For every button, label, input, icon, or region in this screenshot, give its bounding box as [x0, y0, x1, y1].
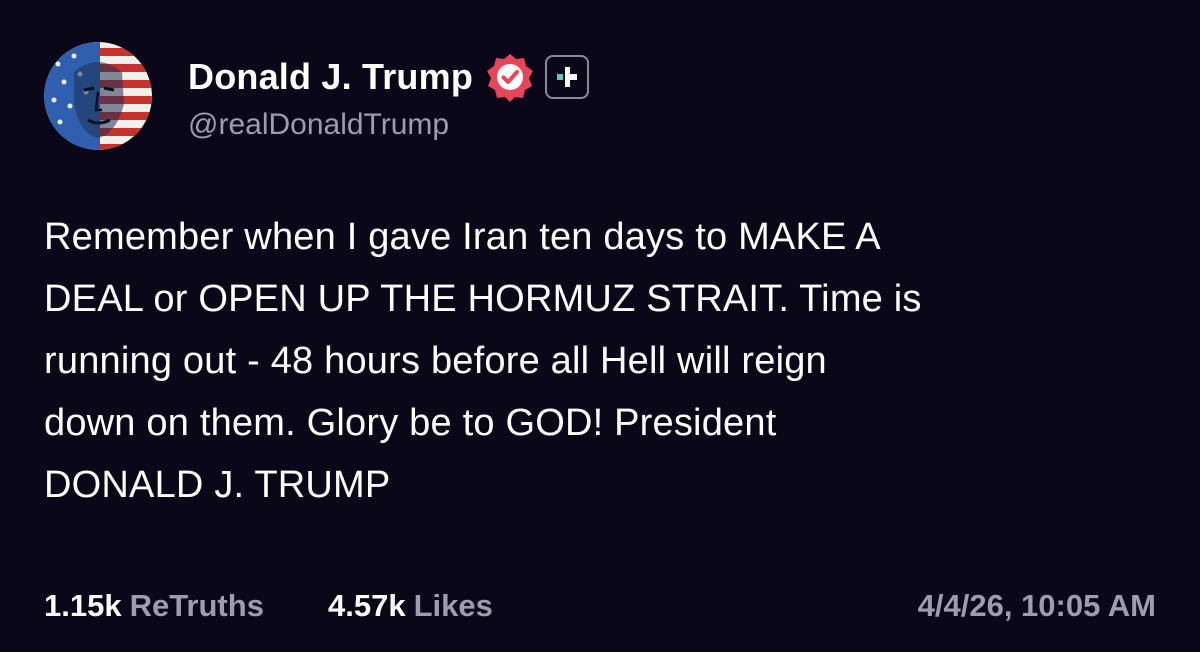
post-text-line: Remember when I gave Iran ten days to MA… — [44, 216, 881, 258]
retruths-count: 1.15k — [44, 588, 122, 623]
truth-post: Donald J. Trump @realDonaldTrump Remembe… — [0, 0, 1200, 652]
post-text: Remember when I gave Iran ten days to MA… — [44, 206, 1154, 516]
author-name-row: Donald J. Trump — [188, 52, 590, 102]
retruths-stat[interactable]: 1.15k ReTruths — [44, 588, 264, 624]
avatar[interactable] — [44, 42, 152, 150]
post-text-line: DONALD J. TRUMP — [44, 464, 391, 506]
likes-stat[interactable]: 4.57k Likes — [328, 588, 493, 624]
verified-badge-icon — [485, 52, 535, 102]
author-handle[interactable]: @realDonaldTrump — [188, 108, 449, 142]
display-name[interactable]: Donald J. Trump — [188, 56, 473, 98]
retruths-label: ReTruths — [129, 588, 264, 623]
avatar-image — [44, 42, 152, 150]
post-footer: 1.15k ReTruths 4.57k Likes 4/4/26, 10:05… — [44, 588, 1156, 634]
post-timestamp[interactable]: 4/4/26, 10:05 AM — [918, 588, 1156, 624]
post-text-line: DEAL or OPEN UP THE HORMUZ STRAIT. Time … — [44, 278, 922, 320]
likes-count: 4.57k — [328, 588, 406, 623]
post-text-line: down on them. Glory be to GOD! President — [44, 402, 777, 444]
truth-plus-icon[interactable] — [545, 55, 590, 99]
post-text-line: running out - 48 hours before all Hell w… — [44, 340, 827, 382]
likes-label: Likes — [413, 588, 493, 623]
